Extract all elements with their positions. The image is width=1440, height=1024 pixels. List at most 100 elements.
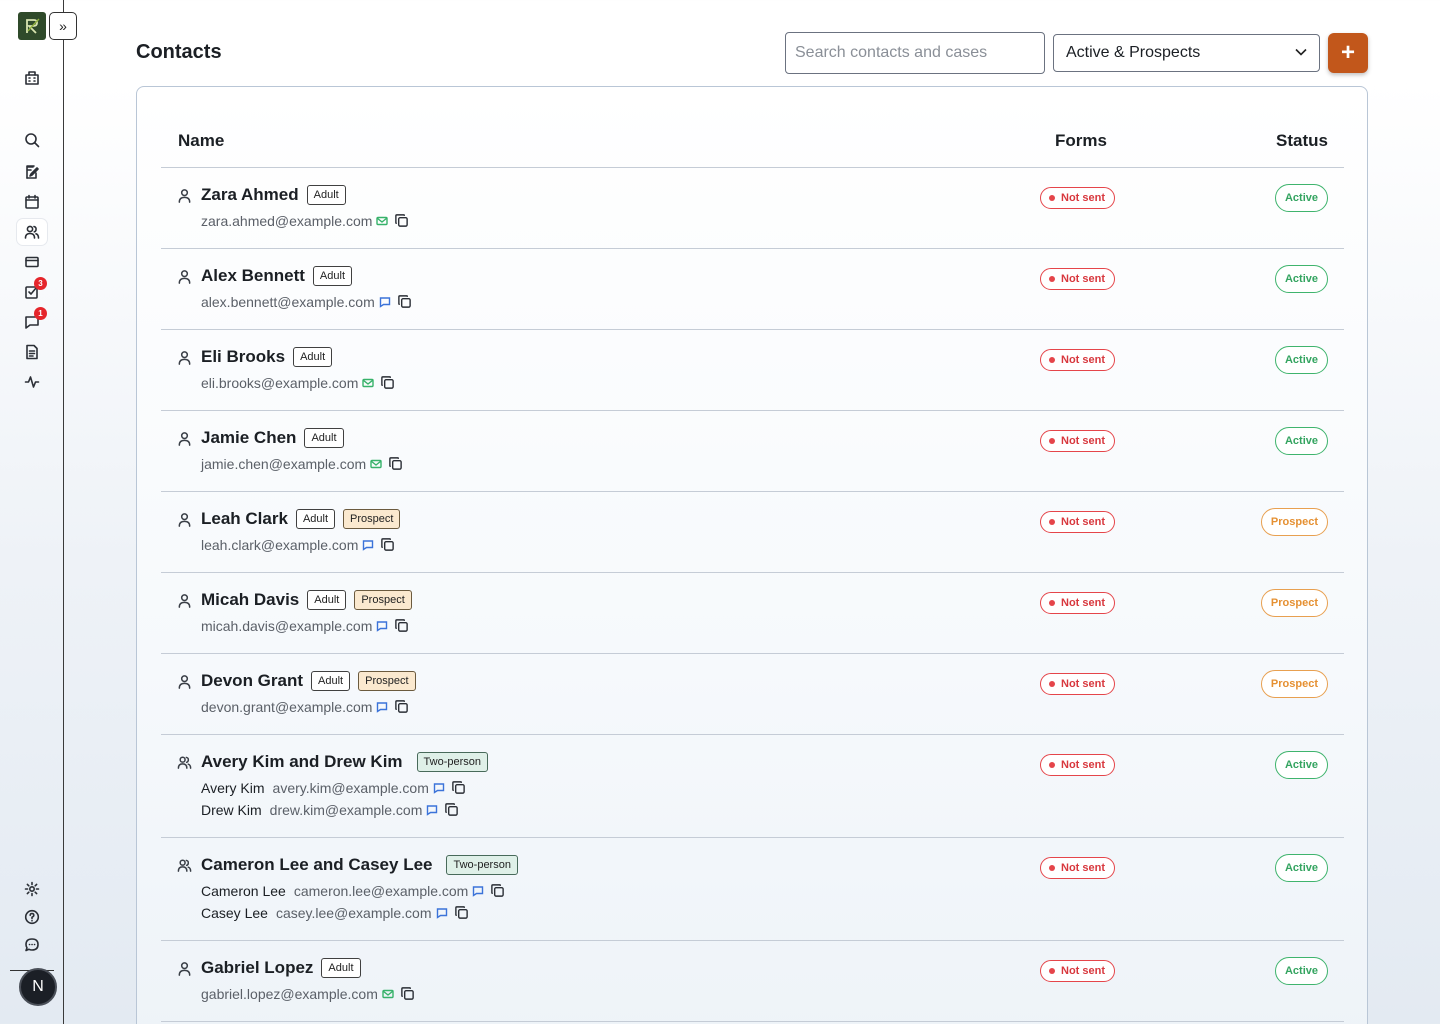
edit-note-icon[interactable]: [17, 159, 47, 185]
contact-email[interactable]: leah.clark@example.com: [201, 537, 358, 553]
table-row[interactable]: Avery Kim and Drew Kim Two-person Avery Ki…: [161, 735, 1344, 838]
table-body: Zara Ahmed Adult zara.ahmed@example.com Not…: [161, 168, 1344, 1022]
table-row[interactable]: Devon Grant Adult Prospect devon.grant@exam…: [161, 654, 1344, 735]
contact-email-line: leah.clark@example.com: [201, 537, 396, 553]
status-badge[interactable]: Active: [1274, 854, 1328, 882]
contact-email[interactable]: eli.brooks@example.com: [201, 375, 358, 391]
status-dot-icon: [1049, 968, 1055, 974]
status-filter-select[interactable]: Active & Prospects: [1053, 34, 1320, 72]
status-badge[interactable]: Prospect: [1260, 589, 1328, 617]
contact-email[interactable]: cameron.lee@example.com: [294, 883, 469, 899]
search-input[interactable]: [785, 32, 1045, 74]
status-dot-icon: [1049, 195, 1055, 201]
tasks-icon[interactable]: 3: [17, 277, 47, 305]
copy-icon[interactable]: [380, 537, 396, 553]
table-row[interactable]: Alex Bennett Adult alex.bennett@example.co…: [161, 249, 1344, 330]
status-badge[interactable]: Active: [1274, 957, 1328, 985]
contact-name-line: Gabriel Lopez Adult: [201, 958, 361, 978]
table-row[interactable]: Jamie Chen Adult jamie.chen@example.com Not…: [161, 411, 1344, 492]
forms-status-badge: Not sent: [1040, 857, 1115, 879]
card-icon[interactable]: [17, 249, 47, 275]
copy-icon[interactable]: [454, 905, 470, 921]
contact-email[interactable]: alex.bennett@example.com: [201, 294, 375, 310]
copy-icon[interactable]: [490, 883, 506, 899]
contact-tag: Adult: [293, 347, 333, 367]
status-badge[interactable]: Active: [1274, 184, 1328, 212]
table-row[interactable]: Gabriel Lopez Adult gabriel.lopez@example.…: [161, 941, 1344, 1022]
contact-tag: Adult: [304, 428, 344, 448]
status-badge[interactable]: Active: [1274, 265, 1328, 293]
calendar-icon[interactable]: [17, 189, 47, 215]
copy-icon[interactable]: [380, 375, 396, 391]
copy-icon[interactable]: [444, 802, 460, 818]
message-channel-icon: [436, 907, 448, 919]
chat-icon[interactable]: [17, 932, 47, 958]
contact-name[interactable]: Devon Grant: [201, 671, 303, 691]
table-row[interactable]: Zara Ahmed Adult zara.ahmed@example.com Not…: [161, 168, 1344, 249]
activity-icon[interactable]: [17, 369, 47, 395]
status-dot-icon: [1049, 600, 1055, 606]
tasks-badge: 3: [34, 277, 47, 290]
contact-email[interactable]: devon.grant@example.com: [201, 699, 372, 715]
column-header-forms[interactable]: Forms: [1055, 131, 1107, 151]
copy-icon[interactable]: [400, 986, 416, 1002]
contact-name[interactable]: Eli Brooks: [201, 347, 285, 367]
settings-icon[interactable]: [17, 876, 47, 902]
avatar[interactable]: N: [19, 968, 57, 1006]
contact-email[interactable]: jamie.chen@example.com: [201, 456, 366, 472]
building-icon[interactable]: [17, 65, 47, 91]
table-row[interactable]: Leah Clark Adult Prospect leah.clark@exampl…: [161, 492, 1344, 573]
column-header-name[interactable]: Name: [178, 131, 224, 151]
app-logo[interactable]: [18, 12, 46, 40]
table-row[interactable]: Eli Brooks Adult eli.brooks@example.com Not…: [161, 330, 1344, 411]
contact-email-line: Avery Kim avery.kim@example.com: [201, 780, 467, 796]
expand-sidebar-button[interactable]: »: [49, 12, 77, 40]
status-badge[interactable]: Active: [1274, 751, 1328, 779]
add-contact-button[interactable]: +: [1328, 33, 1368, 73]
page-title: Contacts: [136, 41, 222, 63]
contact-email[interactable]: micah.davis@example.com: [201, 618, 372, 634]
contact-name-line: Cameron Lee and Casey Lee Two-person: [201, 855, 518, 875]
contact-name[interactable]: Gabriel Lopez: [201, 958, 313, 978]
contact-name[interactable]: Jamie Chen: [201, 428, 296, 448]
copy-icon[interactable]: [394, 213, 410, 229]
table-row[interactable]: Micah Davis Adult Prospect micah.davis@exam…: [161, 573, 1344, 654]
contact-email[interactable]: gabriel.lopez@example.com: [201, 986, 378, 1002]
table-row[interactable]: Cameron Lee and Casey Lee Two-person Camer…: [161, 838, 1344, 941]
contact-email-line: gabriel.lopez@example.com: [201, 986, 416, 1002]
contact-name[interactable]: Zara Ahmed: [201, 185, 299, 205]
forms-status-badge: Not sent: [1040, 430, 1115, 452]
contact-name-line: Leah Clark Adult Prospect: [201, 509, 401, 529]
messages-icon[interactable]: 1: [17, 307, 47, 335]
copy-icon[interactable]: [451, 780, 467, 796]
table-header: Name Forms Status: [161, 87, 1344, 168]
contact-email[interactable]: zara.ahmed@example.com: [201, 213, 372, 229]
copy-icon[interactable]: [394, 618, 410, 634]
contact-email-line: jamie.chen@example.com: [201, 456, 404, 472]
status-badge[interactable]: Prospect: [1260, 508, 1328, 536]
status-badge[interactable]: Active: [1274, 427, 1328, 455]
contact-tag: Two-person: [446, 855, 518, 875]
contact-name[interactable]: Micah Davis: [201, 590, 299, 610]
search-icon[interactable]: [17, 127, 47, 153]
contact-name[interactable]: Leah Clark: [201, 509, 288, 529]
contact-name-line: Jamie Chen Adult: [201, 428, 344, 448]
contact-email[interactable]: drew.kim@example.com: [270, 802, 423, 818]
document-icon[interactable]: [17, 339, 47, 365]
contact-email-line: Cameron Lee cameron.lee@example.com: [201, 883, 506, 899]
status-dot-icon: [1049, 357, 1055, 363]
help-icon[interactable]: [17, 904, 47, 930]
contact-name[interactable]: Cameron Lee and Casey Lee: [201, 855, 432, 875]
column-header-status[interactable]: Status: [1276, 131, 1328, 151]
copy-icon[interactable]: [394, 699, 410, 715]
status-badge[interactable]: Prospect: [1260, 670, 1328, 698]
copy-icon[interactable]: [388, 456, 404, 472]
contact-name[interactable]: Alex Bennett: [201, 266, 305, 286]
contacts-icon[interactable]: [17, 219, 47, 245]
contact-email[interactable]: avery.kim@example.com: [273, 780, 429, 796]
contact-email[interactable]: casey.lee@example.com: [276, 905, 432, 921]
copy-icon[interactable]: [397, 294, 413, 310]
forms-status-badge: Not sent: [1040, 349, 1115, 371]
status-badge[interactable]: Active: [1274, 346, 1328, 374]
contact-name[interactable]: Avery Kim and Drew Kim: [201, 752, 403, 772]
